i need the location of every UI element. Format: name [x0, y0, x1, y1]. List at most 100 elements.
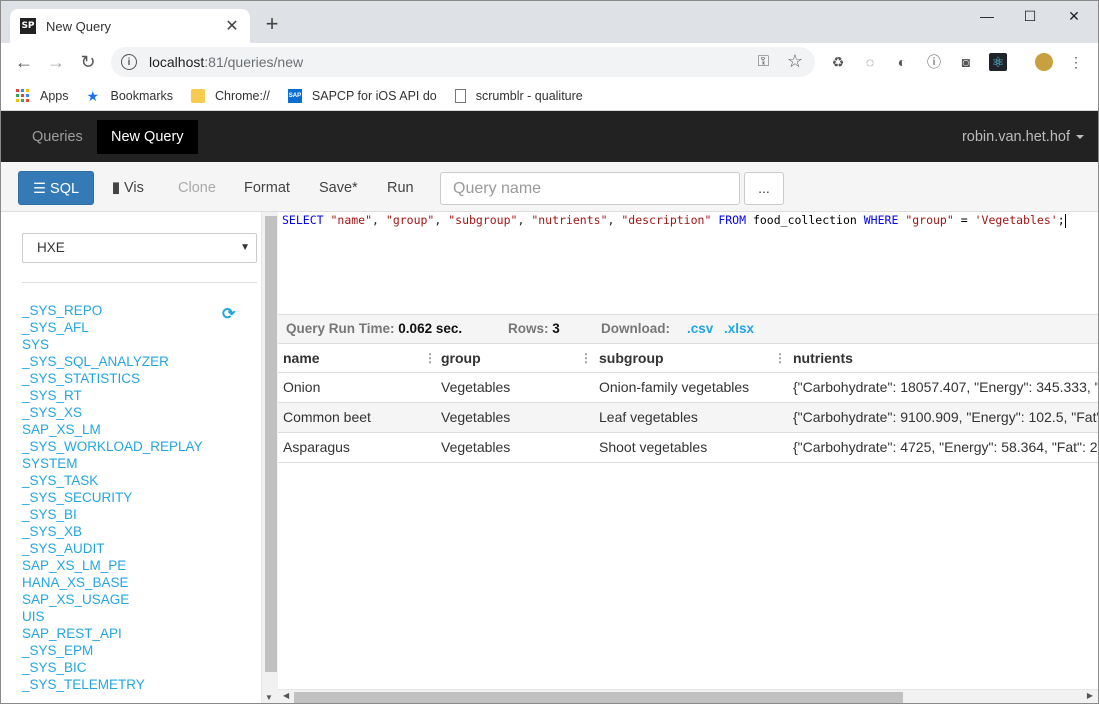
table-cell: Leaf vegetables [599, 409, 698, 425]
column-header-nutrients[interactable]: nutrients [793, 344, 1098, 373]
browser-tab[interactable]: SP New Query ✕ [10, 9, 250, 43]
schema-list: _SYS_REPO _SYS_AFL SYS _SYS_SQL_ANALYZER… [22, 302, 222, 693]
avatar[interactable] [1035, 53, 1053, 71]
schema-item[interactable]: _SYS_AUDIT [22, 540, 222, 557]
table-cell: {"Carbohydrate": 4725, "Energy": 58.364,… [793, 439, 1098, 455]
bookmark-chrome[interactable]: Chrome:// [191, 88, 270, 103]
close-tab-icon[interactable]: ✕ [224, 16, 240, 36]
schema-item[interactable]: _SYS_WORKLOAD_REPLAY [22, 438, 222, 455]
refresh-icon[interactable]: ⟳ [222, 304, 235, 324]
schema-item[interactable]: SAP_XS_LM_PE [22, 557, 222, 574]
column-menu-icon[interactable]: ⋮ [580, 344, 592, 373]
download-csv-link[interactable]: .csv [687, 315, 713, 343]
schema-item[interactable]: SAP_XS_USAGE [22, 591, 222, 608]
schema-item[interactable]: _SYS_SQL_ANALYZER [22, 353, 222, 370]
address-bar[interactable]: i localhost:81/queries/new ⚿ ☆ [111, 47, 815, 77]
query-name-input[interactable] [440, 172, 740, 205]
schema-item[interactable]: SYS [22, 336, 222, 353]
bookmark-sapcp[interactable]: SAP SAPCP for iOS API do [287, 88, 437, 103]
recycle-extension-icon[interactable]: ♻ [829, 53, 847, 71]
table-row[interactable]: Common beet Vegetables Leaf vegetables {… [278, 403, 1098, 433]
schema-item[interactable]: _SYS_XB [22, 523, 222, 540]
table-cell: Common beet [283, 409, 371, 425]
sql-string: "description" [621, 213, 712, 227]
bookmark-bookmarks[interactable]: ★ Bookmarks [87, 89, 174, 103]
table-cell: Onion-family vegetables [599, 379, 750, 395]
schema-item[interactable]: HANA_XS_BASE [22, 574, 222, 591]
sql-identifier: food_collection [752, 213, 857, 227]
query-options-button[interactable]: ... [744, 172, 784, 205]
sql-button[interactable]: ☰ SQL [18, 171, 94, 205]
schema-item[interactable]: _SYS_BI [22, 506, 222, 523]
sql-operator: = [960, 213, 968, 227]
column-header-subgroup[interactable]: subgroup [599, 344, 769, 373]
format-button[interactable]: Format [232, 171, 302, 205]
site-info-icon[interactable]: i [121, 54, 137, 70]
table-row[interactable]: Onion Vegetables Onion-family vegetables… [278, 373, 1098, 403]
sql-string: "subgroup" [448, 213, 518, 227]
forward-icon[interactable]: → [45, 51, 67, 73]
bookmark-label: Chrome:// [215, 88, 270, 103]
user-menu[interactable]: robin.van.het.hof [962, 120, 1084, 154]
schema-item[interactable]: _SYS_REPO [22, 302, 222, 319]
clone-button[interactable]: Clone [166, 171, 228, 205]
schema-item[interactable]: _SYS_RT [22, 387, 222, 404]
schema-item[interactable]: UIS [22, 608, 222, 625]
maximize-icon[interactable]: ☐ [1007, 1, 1053, 31]
sql-editor[interactable]: SELECT "name", "group", "subgroup", "nut… [278, 212, 1098, 314]
nav-new-query[interactable]: New Query [97, 120, 198, 154]
bookmark-label: Bookmarks [110, 88, 174, 103]
new-tab-icon[interactable]: + [261, 13, 283, 35]
schema-item[interactable]: _SYS_AFL [22, 319, 222, 336]
schema-item[interactable]: _SYS_BIC [22, 659, 222, 676]
column-menu-icon[interactable]: ⋮ [424, 344, 436, 373]
schema-item[interactable]: SAP_XS_LM [22, 421, 222, 438]
sidebar-scrollbar[interactable]: ▼ [261, 212, 278, 703]
info-extension-icon[interactable]: ⓘ [925, 53, 943, 71]
schema-item[interactable]: _SYS_TELEMETRY [22, 676, 222, 693]
scrollbar-thumb[interactable] [294, 692, 903, 703]
folder-icon [191, 88, 206, 103]
vis-button[interactable]: ▮ Vis [100, 171, 156, 205]
column-header-group[interactable]: group [441, 344, 581, 373]
save-button[interactable]: Save* [307, 171, 370, 205]
download-xlsx-link[interactable]: .xlsx [724, 315, 754, 343]
table-cell: {"Carbohydrate": 9100.909, "Energy": 102… [793, 409, 1098, 425]
bookmark-label: SAPCP for iOS API do [311, 88, 437, 103]
scroll-down-icon[interactable]: ▼ [265, 693, 273, 702]
reload-icon[interactable]: ↻ [77, 51, 99, 73]
table-row[interactable]: Asparagus Vegetables Shoot vegetables {"… [278, 433, 1098, 463]
schema-item[interactable]: SYSTEM [22, 455, 222, 472]
scroll-left-icon[interactable]: ◀ [283, 691, 289, 700]
schema-item[interactable]: _SYS_SECURITY [22, 489, 222, 506]
query-run-info: Query Run Time: 0.062 sec. Rows: 3 Downl… [278, 314, 1098, 344]
table-cell: {"Carbohydrate": 18057.407, "Energy": 34… [793, 379, 1098, 395]
bookmark-scrumblr[interactable]: scrumblr - qualiture [454, 88, 583, 103]
scroll-right-icon[interactable]: ▶ [1087, 691, 1093, 700]
minimize-icon[interactable]: — [964, 1, 1010, 31]
run-button[interactable]: Run [375, 171, 426, 205]
column-menu-icon[interactable]: ⋮ [774, 344, 786, 373]
schema-item[interactable]: _SYS_STATISTICS [22, 370, 222, 387]
menu-icon[interactable]: ⋮ [1067, 53, 1085, 71]
scrollbar-thumb[interactable] [265, 216, 277, 672]
tab-strip: SP New Query ✕ + — ☐ ✕ [1, 1, 1098, 43]
schema-item[interactable]: SAP_REST_API [22, 625, 222, 642]
nav-queries[interactable]: Queries [18, 120, 97, 154]
schema-item[interactable]: _SYS_TASK [22, 472, 222, 489]
ublock-extension-icon[interactable]: ◌ [861, 53, 879, 71]
camera-extension-icon[interactable]: ◙ [957, 53, 975, 71]
schema-item[interactable]: _SYS_XS [22, 404, 222, 421]
grid-horizontal-scrollbar[interactable]: ◀ ▶ [278, 689, 1098, 703]
query-toolbar: ☰ SQL ▮ Vis Clone Format Save* Run ... [1, 162, 1098, 212]
bookmark-apps[interactable]: Apps [16, 88, 69, 103]
close-window-icon[interactable]: ✕ [1051, 1, 1097, 31]
ghost-extension-icon[interactable]: ◐ [893, 53, 911, 71]
database-select[interactable]: HXE ▼ [22, 233, 257, 263]
back-icon[interactable]: ← [13, 51, 35, 73]
bookmark-star-icon[interactable]: ☆ [787, 51, 803, 72]
column-header-name[interactable]: name [283, 344, 423, 373]
schema-item[interactable]: _SYS_EPM [22, 642, 222, 659]
react-devtools-icon[interactable]: ⚛ [989, 53, 1007, 71]
key-icon[interactable]: ⚿ [758, 53, 769, 70]
